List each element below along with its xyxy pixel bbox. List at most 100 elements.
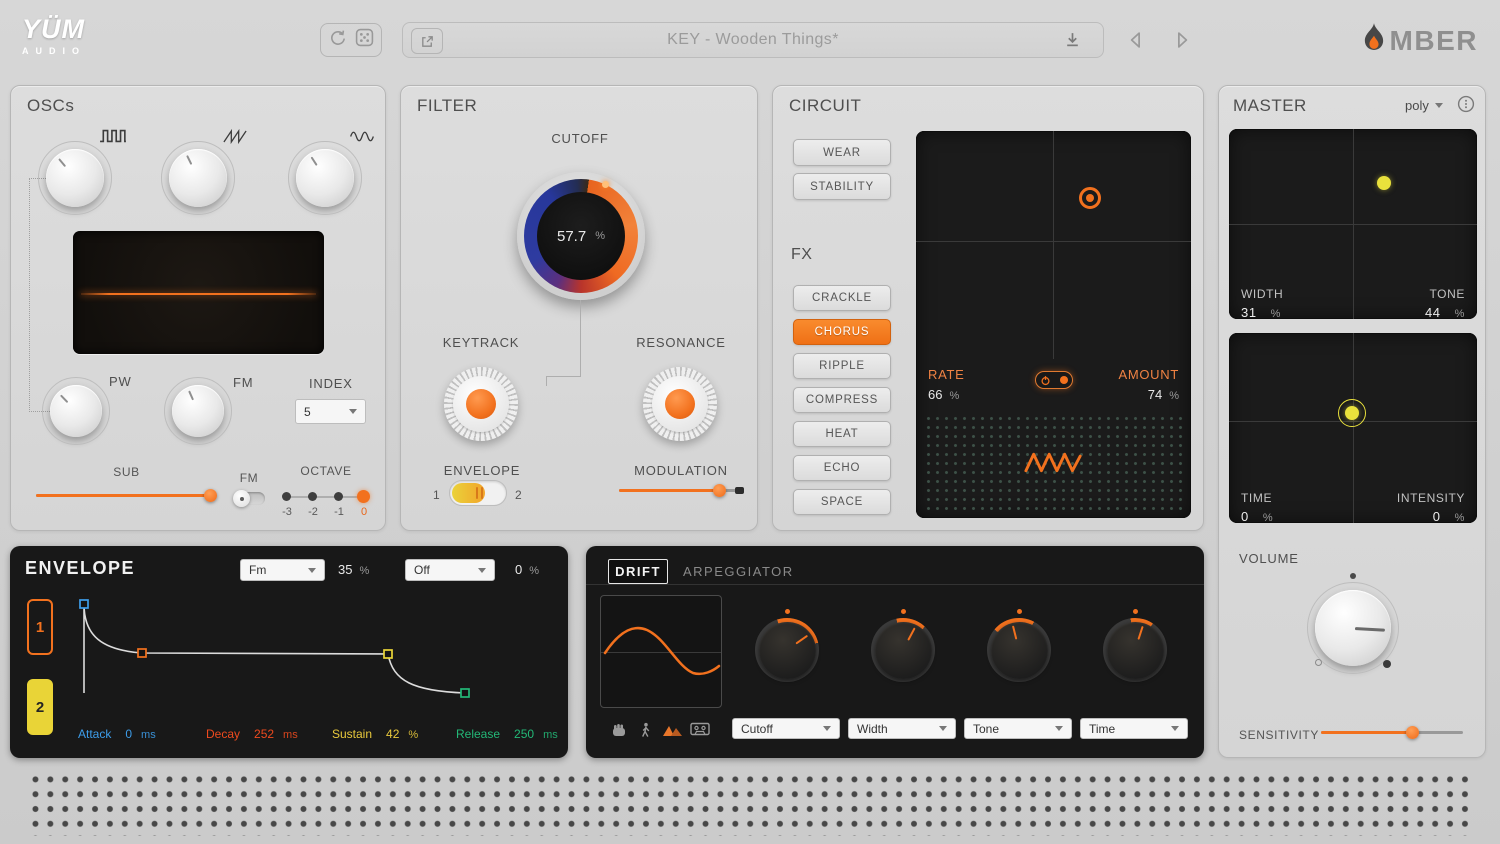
- preset-name[interactable]: KEY - Wooden Things*: [403, 31, 1103, 49]
- attack-value[interactable]: 0: [125, 727, 132, 741]
- fx-xy-pad[interactable]: RATE 66% AMOUNT 74%: [916, 131, 1191, 518]
- chevron-down-icon: [349, 409, 357, 414]
- keytrack-knob[interactable]: [444, 367, 518, 441]
- index-value: 5: [304, 405, 311, 419]
- fm-label: FM: [233, 375, 253, 390]
- mod-amount-2[interactable]: 0%: [515, 562, 539, 577]
- slider-fill: [619, 489, 719, 492]
- drift-target-3-select[interactable]: Tone: [964, 718, 1072, 739]
- attack-handle: [80, 600, 88, 608]
- preset-browser-bar[interactable]: KEY - Wooden Things*: [402, 22, 1104, 58]
- slider-handle[interactable]: [1406, 726, 1419, 739]
- modulation-slider[interactable]: [619, 483, 741, 497]
- index-select[interactable]: 5: [295, 399, 366, 424]
- knob-indicator: [39, 374, 113, 448]
- fx-button-crackle[interactable]: CRACKLE: [793, 285, 891, 311]
- cassette-icon[interactable]: [690, 722, 710, 741]
- drift-target-4-select[interactable]: Time: [1080, 718, 1188, 739]
- tone-label: TONE: [1425, 287, 1465, 301]
- sub-slider[interactable]: [36, 488, 217, 502]
- fx-button-ripple[interactable]: RIPPLE: [793, 353, 891, 379]
- osc2-level-knob[interactable]: [169, 149, 227, 207]
- octave-step-0-selected[interactable]: [357, 490, 370, 503]
- undo-icon[interactable]: [329, 29, 347, 52]
- fm-toggle[interactable]: [233, 492, 265, 505]
- mountain-icon[interactable]: [662, 722, 684, 743]
- wear-button[interactable]: WEAR: [793, 139, 891, 166]
- envelope-curve-display[interactable]: [78, 596, 564, 716]
- octave-step--2[interactable]: [308, 492, 317, 501]
- dice-randomize-icon[interactable]: [355, 28, 374, 52]
- prev-preset-icon[interactable]: [1126, 30, 1146, 50]
- release-value[interactable]: 250: [514, 727, 534, 741]
- amount-number: 74: [1148, 387, 1162, 402]
- envelope-1-button[interactable]: 1: [27, 599, 53, 655]
- octave-step--3[interactable]: [282, 492, 291, 501]
- cutoff-knob[interactable]: 57.7 %: [517, 172, 645, 300]
- rate-value: 66%: [928, 387, 959, 402]
- drift-amount-knob-4[interactable]: [1103, 618, 1167, 682]
- mod-target-1-select[interactable]: Fm: [240, 559, 325, 581]
- drift-target-2-select[interactable]: Width: [848, 718, 956, 739]
- mod-target-2-select[interactable]: Off: [405, 559, 495, 581]
- save-preset-icon[interactable]: [1064, 31, 1081, 53]
- decay-value[interactable]: 252: [254, 727, 274, 741]
- slider-fill: [36, 494, 210, 497]
- drift-amount-knob-1[interactable]: [755, 618, 819, 682]
- sustain-readout: Sustain 42 %: [332, 727, 418, 741]
- decay-label: Decay: [206, 727, 240, 741]
- envelope-select-toggle[interactable]: [449, 480, 507, 506]
- resonance-label: RESONANCE: [621, 335, 741, 350]
- mod-amount-1[interactable]: 35%: [338, 562, 369, 577]
- voice-mode-select[interactable]: poly: [1405, 98, 1443, 113]
- env-toggle-right-label: 2: [515, 488, 522, 502]
- xy-marker[interactable]: [1345, 406, 1359, 420]
- next-preset-icon[interactable]: [1172, 30, 1192, 50]
- sustain-value[interactable]: 42: [386, 727, 399, 741]
- crosshair-v-line: [1353, 129, 1354, 319]
- octave-mark: -3: [279, 506, 295, 518]
- export-preset-icon[interactable]: [411, 28, 443, 54]
- osc1-level-knob[interactable]: [46, 149, 104, 207]
- rate-number: 66: [928, 387, 942, 402]
- width-tone-xy-pad[interactable]: WIDTH 31% TONE 44%: [1229, 129, 1477, 319]
- fx-button-compress[interactable]: COMPRESS: [793, 387, 891, 413]
- volume-max-dot: [1383, 660, 1391, 668]
- width-readout: WIDTH 31%: [1241, 287, 1283, 319]
- xy-marker[interactable]: [1377, 176, 1391, 190]
- sensitivity-slider[interactable]: [1321, 725, 1463, 739]
- walking-person-icon[interactable]: [638, 722, 653, 744]
- fx-button-echo[interactable]: ECHO: [793, 455, 891, 481]
- fx-button-space[interactable]: SPACE: [793, 489, 891, 515]
- sine-wave-icon: [349, 128, 375, 150]
- osc3-level-knob[interactable]: [296, 149, 354, 207]
- chorus-wave-icon: [1023, 447, 1085, 477]
- drift-amount-knob-2[interactable]: [871, 618, 935, 682]
- fm-knob[interactable]: [172, 385, 224, 437]
- toggle-knob: [1060, 376, 1068, 384]
- slider-handle[interactable]: [713, 484, 726, 497]
- fx-button-heat[interactable]: HEAT: [793, 421, 891, 447]
- fx-power-toggle[interactable]: [1035, 371, 1073, 389]
- sensitivity-label: SENSITIVITY: [1239, 728, 1319, 742]
- octave-step--1[interactable]: [334, 492, 343, 501]
- slider-handle[interactable]: [204, 489, 217, 502]
- resonance-knob[interactable]: [643, 367, 717, 441]
- hand-icon[interactable]: [610, 722, 628, 743]
- info-menu-icon[interactable]: [1457, 95, 1475, 118]
- volume-knob[interactable]: [1315, 590, 1391, 666]
- envelope-2-button[interactable]: 2: [27, 679, 53, 735]
- time-intensity-xy-pad[interactable]: TIME 0% INTENSITY 0%: [1229, 333, 1477, 523]
- stability-button[interactable]: STABILITY: [793, 173, 891, 200]
- drift-amount-knob-3[interactable]: [987, 618, 1051, 682]
- knob-dot: [1017, 609, 1022, 614]
- tab-drift-selected[interactable]: DRIFT: [608, 559, 668, 584]
- volume-label: VOLUME: [1239, 551, 1299, 566]
- pw-knob[interactable]: [50, 385, 102, 437]
- octave-mark: -1: [331, 506, 347, 518]
- toggle-knob: [233, 490, 250, 507]
- tab-arpeggiator[interactable]: ARPEGGIATOR: [683, 564, 794, 579]
- fx-button-chorus-selected[interactable]: CHORUS: [793, 319, 891, 345]
- xy-marker[interactable]: [1079, 187, 1101, 209]
- drift-target-1-select[interactable]: Cutoff: [732, 718, 840, 739]
